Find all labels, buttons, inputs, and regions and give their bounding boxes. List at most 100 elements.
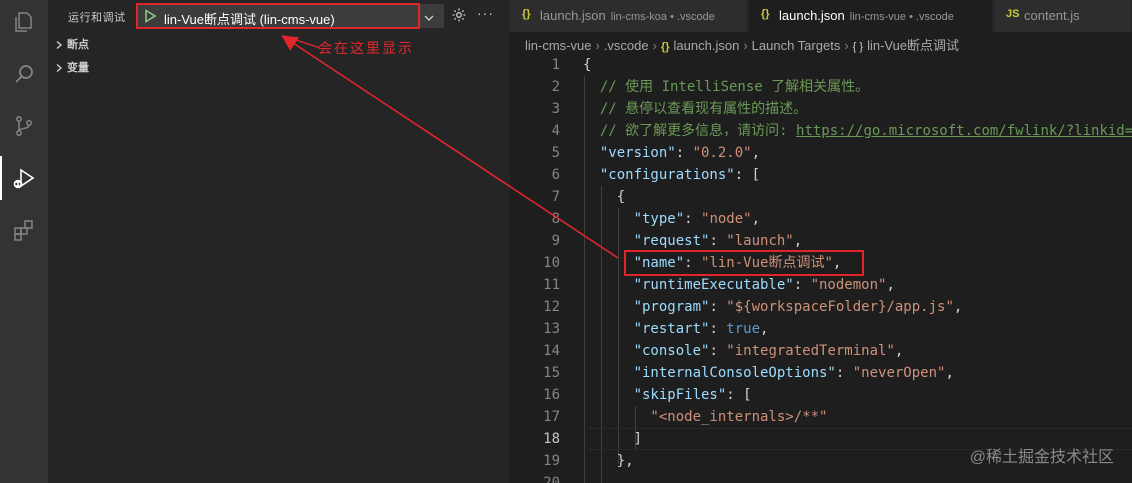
run-debug-icon[interactable]	[0, 156, 40, 200]
tab-label: content.js	[1024, 8, 1080, 23]
code-token: ,	[953, 299, 963, 315]
code-line[interactable]: 17 "<node_internals>/**"	[510, 406, 1132, 428]
code-token: :	[684, 211, 702, 227]
code-token: "restart"	[583, 321, 710, 337]
breadcrumb-item[interactable]: lin-Vue断点调试	[867, 38, 959, 53]
explorer-icon[interactable]	[8, 6, 40, 38]
code-token: ,	[760, 321, 769, 337]
line-number: 6	[551, 167, 560, 183]
code-line[interactable]: 14 "console": "integratedTerminal",	[510, 340, 1132, 362]
code-line[interactable]: 7 {	[510, 186, 1132, 208]
line-number: 9	[551, 233, 560, 249]
code-token: :	[709, 299, 727, 315]
code-token: // 使用 IntelliSense 了解相关属性。	[583, 79, 870, 95]
code-token: "0.2.0"	[692, 145, 752, 161]
line-number: 11	[543, 277, 560, 293]
line-number: 8	[551, 211, 560, 227]
code-text: "configurations": [	[583, 164, 760, 186]
code-line[interactable]: 2 // 使用 IntelliSense 了解相关属性。	[510, 76, 1132, 98]
code-text: ]	[583, 428, 642, 450]
json-icon: {}	[660, 41, 670, 53]
chevron-right-icon: ›	[844, 38, 849, 53]
code-token: "integratedTerminal"	[726, 343, 895, 359]
code-token: "version"	[583, 145, 676, 161]
code-line[interactable]: 13 "restart": true,	[510, 318, 1132, 340]
code-text: "version": "0.2.0",	[583, 142, 760, 164]
chevron-right-icon: ›	[595, 38, 600, 53]
code-token: ,	[793, 233, 803, 249]
tab-description: lin-cms-koa • .vscode	[610, 11, 715, 23]
code-token: "configurations"	[583, 167, 735, 183]
code-token: https://go.microsoft.com/fwlink/?linkid=…	[796, 123, 1132, 139]
code-token: :	[675, 145, 693, 161]
object-icon: { }	[852, 41, 864, 53]
chevron-down-icon[interactable]	[423, 11, 435, 29]
code-text: {	[583, 54, 591, 76]
js-icon: JS	[1006, 8, 1020, 20]
section-label: 变量	[67, 62, 89, 74]
code-token: "<node_internals>/**"	[583, 409, 828, 425]
tab-filename: content.js	[1024, 8, 1080, 23]
code-line[interactable]: 5 "version": "0.2.0",	[510, 142, 1132, 164]
line-number: 1	[551, 57, 560, 73]
section-variables[interactable]: 变量	[48, 55, 510, 77]
line-number: 13	[543, 321, 560, 337]
code-token: "${workspaceFolder}/app.js"	[726, 299, 954, 315]
code-line[interactable]: 8 "type": "node",	[510, 208, 1132, 230]
code-text: "skipFiles": [	[583, 384, 752, 406]
source-control-icon[interactable]	[8, 110, 40, 142]
section-label: 断点	[67, 39, 89, 51]
code-token: // 悬停以查看现有属性的描述。	[583, 101, 808, 117]
highlight-box-config	[136, 3, 420, 29]
code-text: // 欲了解更多信息，请访问: https://go.microsoft.com…	[583, 120, 1132, 142]
more-actions-icon[interactable]: ···	[477, 5, 494, 21]
code-token: ,	[751, 211, 761, 227]
activity-bar	[0, 0, 48, 483]
code-token: :	[709, 233, 727, 249]
code-line[interactable]: 20	[510, 472, 1132, 483]
annotation-text: 会在这里显示	[318, 41, 414, 57]
code-line[interactable]: 11 "runtimeExecutable": "nodemon",	[510, 274, 1132, 296]
tab-launch-json-vue[interactable]: {} launch.json lin-cms-vue • .vscode	[749, 0, 993, 32]
breadcrumb-item[interactable]: Launch Targets	[752, 38, 841, 53]
code-text: "type": "node",	[583, 208, 760, 230]
code-token: :	[709, 321, 727, 337]
code-token: :	[793, 277, 811, 293]
section-breakpoints[interactable]: 断点	[48, 32, 510, 54]
chevron-right-icon	[54, 37, 64, 55]
breadcrumb-item[interactable]: .vscode	[604, 38, 649, 53]
code-line[interactable]: 12 "program": "${workspaceFolder}/app.js…	[510, 296, 1132, 318]
tab-label: launch.json lin-cms-vue • .vscode	[779, 8, 954, 23]
extensions-icon[interactable]	[8, 214, 40, 246]
highlight-box-name	[624, 250, 864, 276]
code-line[interactable]: 4 // 欲了解更多信息，请访问: https://go.microsoft.c…	[510, 120, 1132, 142]
breadcrumb-item[interactable]: launch.json	[674, 38, 740, 53]
code-token: : [	[734, 167, 761, 183]
code-token: ,	[945, 365, 954, 381]
chevron-right-icon: ›	[652, 38, 657, 53]
code-line[interactable]: 1{	[510, 54, 1132, 76]
breadcrumb-item[interactable]: lin-cms-vue	[525, 38, 591, 53]
code-text: "console": "integratedTerminal",	[583, 340, 904, 362]
code-line[interactable]: 9 "request": "launch",	[510, 230, 1132, 252]
code-token: "request"	[583, 233, 710, 249]
line-number: 16	[543, 387, 560, 403]
code-line[interactable]: 15 "internalConsoleOptions": "neverOpen"…	[510, 362, 1132, 384]
code-line[interactable]: 6 "configurations": [	[510, 164, 1132, 186]
tab-content-js[interactable]: JS content.js	[994, 0, 1132, 32]
code-text: {	[583, 186, 625, 208]
code-token: ]	[583, 431, 643, 447]
code-line[interactable]: 16 "skipFiles": [	[510, 384, 1132, 406]
code-token: "internalConsoleOptions"	[583, 365, 836, 381]
code-line[interactable]: 3 // 悬停以查看现有属性的描述。	[510, 98, 1132, 120]
breadcrumb: lin-cms-vue › .vscode ›{} launch.json › Launch…	[510, 32, 1132, 54]
search-icon[interactable]	[8, 58, 40, 90]
line-number: 3	[551, 101, 560, 117]
tab-launch-json-koa[interactable]: {} launch.json lin-cms-koa • .vscode	[510, 0, 748, 32]
chevron-right-icon	[54, 60, 64, 78]
chevron-right-icon: ›	[743, 38, 748, 53]
run-debug-sidebar: 运行和调试 lin-Vue断点调试 (lin-cms-vue) ··· 断点 变…	[48, 0, 510, 483]
gear-icon[interactable]	[451, 7, 467, 28]
tab-description: lin-cms-vue • .vscode	[849, 11, 954, 23]
code-token: "node"	[701, 211, 752, 227]
